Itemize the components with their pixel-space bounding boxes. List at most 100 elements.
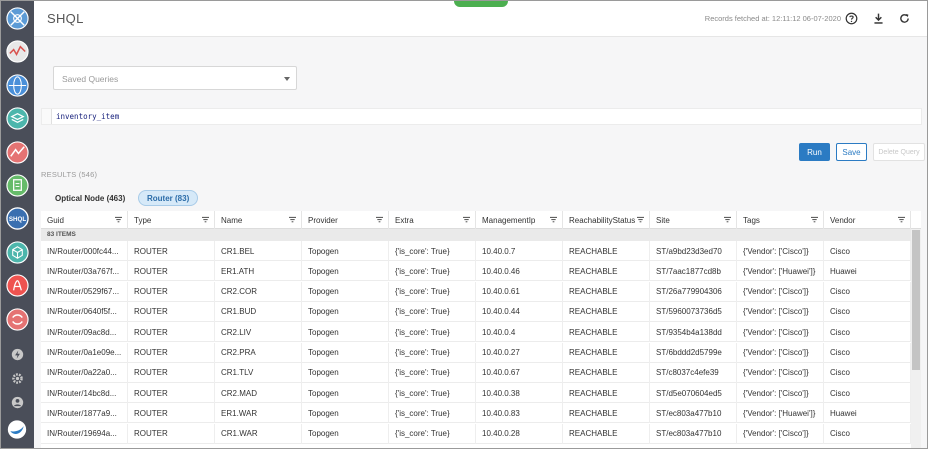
save-button[interactable]: Save	[836, 143, 867, 161]
vertical-scrollbar[interactable]	[911, 229, 921, 448]
column-header-site[interactable]: Site	[650, 211, 737, 229]
cell-guid: IN/Router/0640f5f...	[41, 301, 128, 322]
cell-type: ROUTER	[128, 362, 215, 383]
cell-managementip: 10.40.0.61	[476, 281, 563, 302]
cell-name: CR1.BUD	[215, 301, 302, 322]
filter-icon[interactable]	[289, 216, 296, 223]
filter-icon[interactable]	[724, 216, 731, 223]
column-header-provider[interactable]: Provider	[302, 211, 389, 229]
delete-query-button[interactable]: Delete Query	[873, 143, 925, 161]
cell-type: ROUTER	[128, 241, 215, 261]
scrollbar-thumb[interactable]	[912, 230, 920, 370]
cell-tags: {'Vendor': ['Cisco']}	[737, 241, 824, 261]
document-icon[interactable]	[6, 174, 29, 197]
cell-managementip: 10.40.0.7	[476, 241, 563, 261]
cell-extra: {'is_core': True}	[389, 362, 476, 383]
cell-guid: IN/Router/0a1e09e...	[41, 342, 128, 363]
table-row[interactable]: IN/Router/0529f67... ROUTER CR2.COR Topogen…	[41, 281, 911, 302]
settings-icon[interactable]	[10, 371, 25, 386]
column-header-tags[interactable]: Tags	[737, 211, 824, 229]
items-count-bar: 83 ITEMS	[41, 229, 911, 241]
column-header-vendor[interactable]: Vendor	[824, 211, 911, 229]
cell-vendor: Cisco	[824, 322, 911, 343]
cell-provider: Topogen	[302, 403, 389, 424]
column-header-label: Guid	[47, 215, 64, 225]
cell-name: CR1.WAR	[215, 423, 302, 444]
column-header-name[interactable]: Name	[215, 211, 302, 229]
filter-icon[interactable]	[463, 216, 470, 223]
table-row[interactable]: IN/Router/09ac8d... ROUTER CR2.LIV Topogen{…	[41, 322, 911, 343]
column-header-guid[interactable]: Guid	[41, 211, 128, 229]
column-header-label: Name	[221, 215, 243, 225]
table-row[interactable]: IN/Router/14bc8d... ROUTER CR2.MAD Topogen{…	[41, 383, 911, 404]
filter-icon[interactable]	[898, 216, 905, 223]
user-icon[interactable]	[10, 395, 25, 410]
cell-managementip: 10.40.0.83	[476, 403, 563, 424]
cell-provider: Topogen	[302, 362, 389, 383]
globe-icon[interactable]	[6, 74, 29, 97]
alarm-icon[interactable]	[6, 141, 29, 164]
tab-router[interactable]: Router (83)	[138, 190, 199, 206]
table-row[interactable]: IN/Router/19694a... ROUTER CR1.WAR Topogen{…	[41, 423, 911, 444]
cell-name: CR2.PRA	[215, 342, 302, 363]
network-map-icon[interactable]	[6, 7, 29, 30]
column-header-reachabilitystatus[interactable]: ReachabilityStatus	[563, 211, 650, 229]
table-row[interactable]: IN/Router/000fc44... ROUTER CR1.BEL Topogen…	[41, 241, 911, 261]
column-header-extra[interactable]: Extra	[389, 211, 476, 229]
cell-type: ROUTER	[128, 281, 215, 302]
header: SHQL Records fetched at: 12:11:12 06-07-…	[34, 1, 927, 37]
cell-reachabilitystatus: REACHABLE	[563, 322, 650, 343]
saved-queries-placeholder: Saved Queries	[62, 74, 119, 84]
pdf-icon[interactable]	[6, 274, 29, 297]
analytics-icon[interactable]	[6, 40, 29, 63]
cell-provider: Topogen	[302, 383, 389, 404]
table-row[interactable]: IN/Router/03a767f... ROUTER ER1.ATH Topogen…	[41, 261, 911, 282]
records-fetched-text: Records fetched at: 12:11:12 06-07-2020	[704, 14, 841, 23]
cell-reachabilitystatus: REACHABLE	[563, 241, 650, 261]
cell-extra: {'is_core': True}	[389, 241, 476, 261]
table-row[interactable]: IN/Router/0a1e09e... ROUTER CR2.PRA Topogen…	[41, 342, 911, 363]
filter-icon[interactable]	[202, 216, 209, 223]
filter-icon[interactable]	[811, 216, 818, 223]
cell-managementip: 10.40.0.46	[476, 261, 563, 282]
cell-provider: Topogen	[302, 342, 389, 363]
saved-queries-dropdown[interactable]: Saved Queries	[53, 66, 297, 90]
query-code[interactable]: inventory_item	[56, 112, 119, 121]
shql-icon[interactable]: SHQL	[6, 207, 29, 230]
sync-icon[interactable]	[6, 308, 29, 331]
brand-logo-icon[interactable]	[7, 419, 27, 439]
cell-reachabilitystatus: REACHABLE	[563, 342, 650, 363]
filter-icon[interactable]	[637, 216, 644, 223]
column-header-managementip[interactable]: ManagementIp	[476, 211, 563, 229]
layers-icon[interactable]	[6, 107, 29, 130]
run-button[interactable]: Run	[799, 143, 830, 161]
lightning-icon[interactable]	[10, 347, 25, 362]
column-header-type[interactable]: Type	[128, 211, 215, 229]
cell-site: ST/7aac1877cd8b	[650, 261, 737, 282]
refresh-icon[interactable]	[896, 10, 912, 26]
filter-icon[interactable]	[115, 216, 122, 223]
filter-icon[interactable]	[376, 216, 383, 223]
status-indicator[interactable]	[454, 1, 508, 7]
cell-name: CR1.TLV	[215, 362, 302, 383]
cell-tags: {'Vendor': ['Cisco']}	[737, 342, 824, 363]
query-editor[interactable]: inventory_item	[41, 108, 922, 125]
table-row[interactable]: IN/Router/0a22a0... ROUTER CR1.TLV Topogen{…	[41, 362, 911, 383]
cell-site: ST/ec803a477b10	[650, 403, 737, 424]
column-header-label: Provider	[308, 215, 338, 225]
table-row[interactable]: IN/Router/1877a9... ROUTER ER1.WAR Topogen{…	[41, 403, 911, 424]
cell-managementip: 10.40.0.44	[476, 301, 563, 322]
filter-icon[interactable]	[550, 216, 557, 223]
help-icon[interactable]	[843, 10, 859, 26]
cell-extra: {'is_core': True}	[389, 281, 476, 302]
tab-optical-node[interactable]: Optical Node (463)	[47, 190, 133, 206]
cell-name: CR2.COR	[215, 281, 302, 302]
cell-tags: {'Vendor': ['Cisco']}	[737, 301, 824, 322]
cell-managementip: 10.40.0.28	[476, 423, 563, 444]
cell-vendor: Cisco	[824, 281, 911, 302]
package-icon[interactable]	[6, 241, 29, 264]
cell-type: ROUTER	[128, 423, 215, 444]
table-row[interactable]: IN/Router/0640f5f... ROUTER CR1.BUD Topogen…	[41, 301, 911, 322]
cell-managementip: 10.40.0.38	[476, 383, 563, 404]
download-icon[interactable]	[870, 10, 886, 26]
